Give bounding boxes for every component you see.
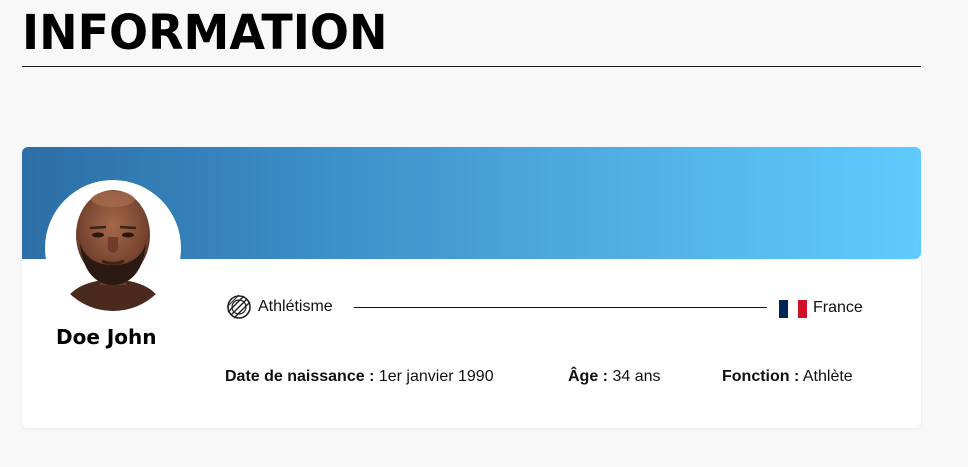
age-value: 34 ans bbox=[612, 368, 661, 385]
profile-card: Doe John Athlétisme France Date de naiss… bbox=[22, 147, 921, 428]
age-label: Âge : bbox=[568, 368, 608, 385]
role-label: Fonction : bbox=[722, 368, 800, 385]
athlete-name: Doe John bbox=[56, 325, 157, 349]
sport-country-row: Athlétisme France bbox=[225, 293, 865, 321]
page-title: INFORMATION bbox=[22, 3, 388, 61]
role: Fonction : Athlète bbox=[722, 366, 853, 388]
row-divider bbox=[354, 307, 767, 308]
athlete-photo bbox=[50, 185, 176, 311]
birth-date-label: Date de naissance : bbox=[225, 368, 375, 385]
age: Âge : 34 ans bbox=[568, 366, 661, 388]
country-label: France bbox=[813, 299, 863, 316]
avatar bbox=[45, 180, 181, 316]
flag-stripe-red bbox=[797, 300, 807, 318]
birth-date-value: 1er janvier 1990 bbox=[378, 368, 494, 385]
title-divider bbox=[22, 66, 921, 67]
sport-label: Athlétisme bbox=[258, 298, 333, 315]
flag-stripe-blue bbox=[779, 300, 789, 318]
athletics-icon bbox=[226, 294, 251, 319]
birth-date: Date de naissance : 1er janvier 1990 bbox=[225, 366, 494, 388]
flag-stripe-white bbox=[788, 300, 798, 318]
france-flag-icon bbox=[779, 300, 807, 318]
role-value: Athlète bbox=[802, 368, 853, 385]
